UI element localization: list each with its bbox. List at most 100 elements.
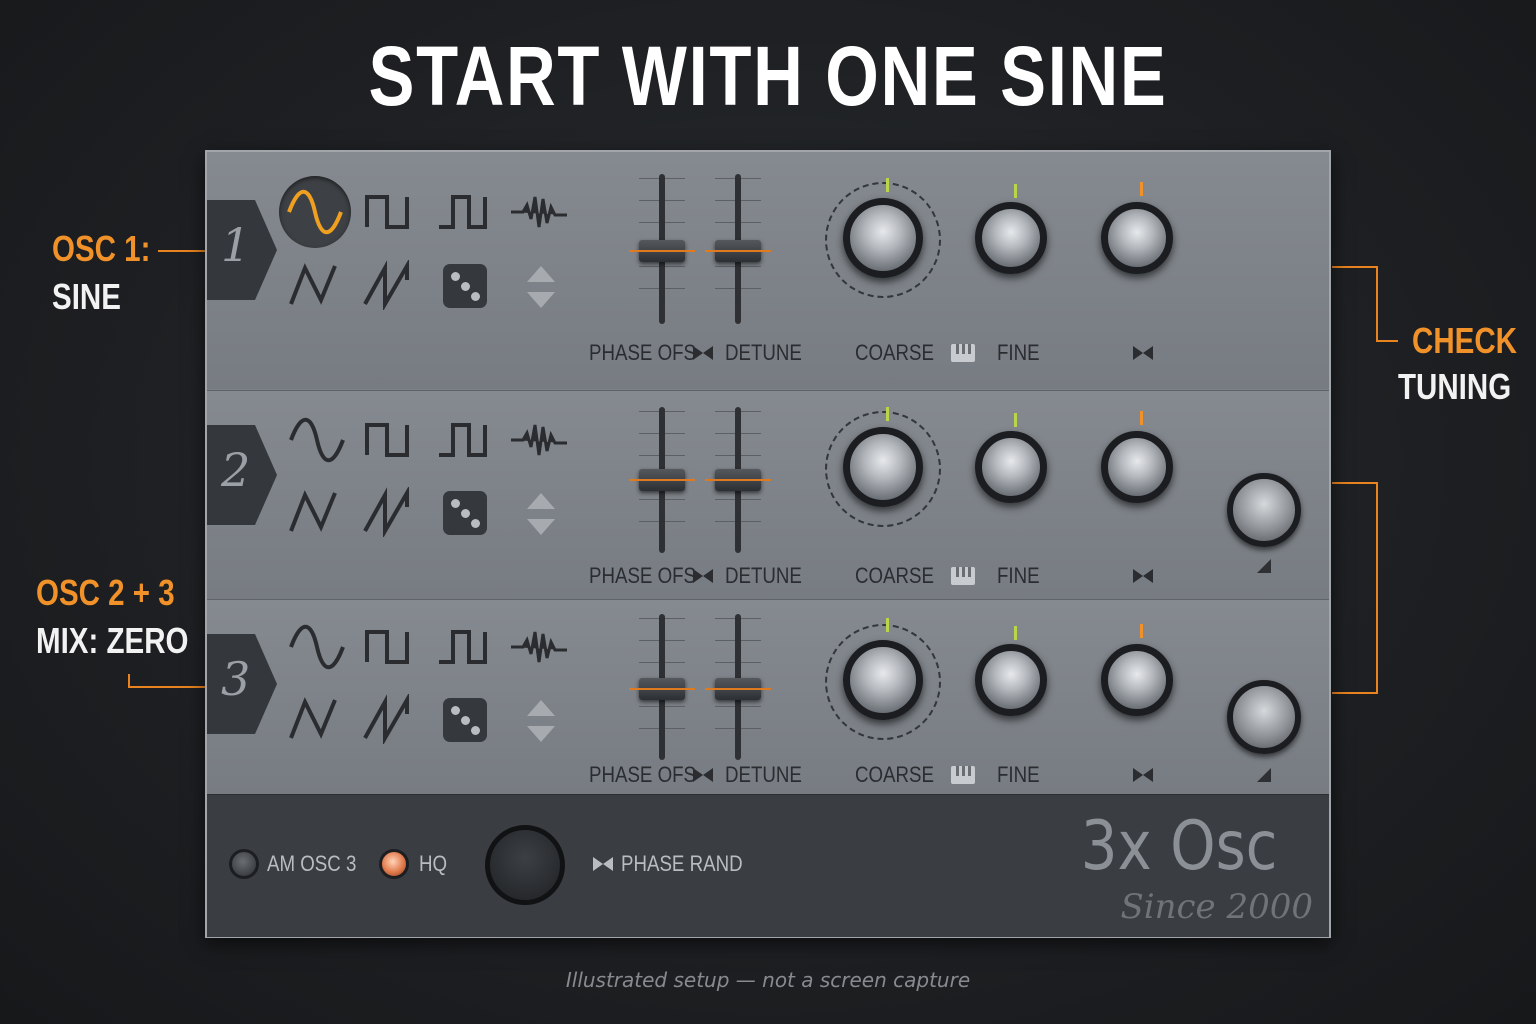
stereo-knob[interactable] <box>1101 202 1173 274</box>
coarse-knob[interactable] <box>843 198 923 278</box>
stereo-knob[interactable] <box>1101 644 1173 716</box>
pulse-icon[interactable] <box>435 187 495 237</box>
page-heading: START WITH ONE SINE <box>368 29 1168 123</box>
osc-tab-2[interactable]: 2 <box>207 425 277 525</box>
pulse-icon[interactable] <box>435 415 495 465</box>
am-osc3-toggle[interactable] <box>229 849 259 879</box>
mix-knob[interactable] <box>1227 680 1301 754</box>
fine-knob[interactable] <box>975 644 1047 716</box>
noise-icon[interactable] <box>509 415 569 465</box>
plugin-logo: 3x Osc <box>1080 807 1277 886</box>
hq-toggle[interactable] <box>379 849 409 879</box>
bracket-bottom-h2 <box>1332 692 1378 694</box>
fine-marker <box>1014 413 1017 427</box>
osc-tab-3[interactable]: 3 <box>207 634 277 734</box>
sine-icon[interactable] <box>287 415 347 465</box>
phase-ofs-slider[interactable] <box>629 240 695 262</box>
fine-marker <box>1014 626 1017 640</box>
stereo-link-icon <box>1133 569 1153 583</box>
plugin-tagline: Since 2000 <box>1120 887 1313 927</box>
dice-icon[interactable] <box>443 491 487 535</box>
arrows-icon[interactable] <box>523 696 559 746</box>
coarse-label: COARSE <box>855 762 934 787</box>
triangle-icon[interactable] <box>287 260 347 310</box>
stereo-link-icon <box>1133 346 1153 360</box>
oscillator-row-1: 1 PHASE OFS DETUNE COARSE FINE <box>207 152 1329 389</box>
osc-number: 1 <box>221 218 251 272</box>
piano-icon[interactable] <box>951 766 975 784</box>
square-icon[interactable] <box>361 415 421 465</box>
detune-slider[interactable] <box>705 469 771 491</box>
piano-icon[interactable] <box>951 344 975 362</box>
coarse-marker <box>886 407 889 421</box>
stereo-marker <box>1140 182 1143 196</box>
phase-ofs-slider[interactable] <box>629 678 695 700</box>
square-icon[interactable] <box>361 187 421 237</box>
saw-icon[interactable] <box>361 694 421 744</box>
arrows-icon[interactable] <box>523 489 559 539</box>
noise-icon[interactable] <box>509 622 569 672</box>
coarse-knob[interactable] <box>843 427 923 507</box>
osc-number: 3 <box>221 652 251 706</box>
global-controls-bar: AM OSC 3 HQ PHASE RAND 3x Osc Since 2000 <box>207 794 1329 937</box>
synth-panel: 1 PHASE OFS DETUNE COARSE FINE 2 PHASE O… <box>205 150 1331 938</box>
link-icon <box>693 768 713 782</box>
sine-icon[interactable] <box>287 622 347 672</box>
saw-icon[interactable] <box>361 260 421 310</box>
bracket-bottom-h1 <box>1332 482 1376 484</box>
mix-knob[interactable] <box>1227 473 1301 547</box>
detune-label: DETUNE <box>725 340 802 365</box>
fine-knob[interactable] <box>975 202 1047 274</box>
triangle-icon[interactable] <box>287 487 347 537</box>
callout-osc23-title: OSC 2 + 3 <box>36 572 175 613</box>
osc-tab-1[interactable]: 1 <box>207 200 277 300</box>
coarse-label: COARSE <box>855 340 934 365</box>
fine-knob[interactable] <box>975 431 1047 503</box>
phase-ofs-label: PHASE OFS <box>589 340 697 365</box>
stereo-knob[interactable] <box>1101 431 1173 503</box>
fine-label: FINE <box>997 762 1040 787</box>
bracket-top-h1 <box>1332 266 1376 268</box>
bracket-top-h2 <box>1376 340 1398 342</box>
detune-slider[interactable] <box>705 678 771 700</box>
phase-rand-label: PHASE RAND <box>621 851 743 876</box>
fine-label: FINE <box>997 563 1040 588</box>
triangle-icon[interactable] <box>287 694 347 744</box>
coarse-marker <box>886 618 889 632</box>
stereo-link-icon <box>1133 768 1153 782</box>
coarse-label: COARSE <box>855 563 934 588</box>
phase-ofs-label: PHASE OFS <box>589 762 697 787</box>
am-osc3-label: AM OSC 3 <box>267 851 357 876</box>
arrows-icon[interactable] <box>523 262 559 312</box>
osc-number: 2 <box>221 443 251 497</box>
volume-icon <box>1257 559 1271 573</box>
coarse-knob[interactable] <box>843 640 923 720</box>
dice-icon[interactable] <box>443 698 487 742</box>
square-icon[interactable] <box>361 622 421 672</box>
link-icon <box>693 346 713 360</box>
pulse-icon[interactable] <box>435 622 495 672</box>
phase-rand-knob[interactable] <box>485 825 565 905</box>
callout-osc23-value: MIX: ZERO <box>36 620 189 661</box>
detune-label: DETUNE <box>725 563 802 588</box>
phase-ofs-slider[interactable] <box>629 469 695 491</box>
callout-check-value: TUNING <box>1398 366 1512 407</box>
sine-icon[interactable] <box>279 176 351 248</box>
callout-check-title: CHECK <box>1412 320 1517 361</box>
piano-icon[interactable] <box>951 567 975 585</box>
oscillator-row-3: 3 PHASE OFS DETUNE COARSE FINE <box>207 599 1329 795</box>
phase-rand-icon <box>593 857 613 871</box>
callout-osc1-title: OSC 1: <box>52 228 151 269</box>
phase-ofs-label: PHASE OFS <box>589 563 697 588</box>
detune-label: DETUNE <box>725 762 802 787</box>
callout-osc1-value: SINE <box>52 276 121 317</box>
detune-slider[interactable] <box>705 240 771 262</box>
saw-icon[interactable] <box>361 487 421 537</box>
image-caption: Illustrated setup — not a screen capture <box>565 968 971 992</box>
link-icon <box>693 569 713 583</box>
stereo-marker <box>1140 411 1143 425</box>
oscillator-row-2: 2 PHASE OFS DETUNE COARSE FINE <box>207 390 1329 599</box>
noise-icon[interactable] <box>509 187 569 237</box>
dice-icon[interactable] <box>443 264 487 308</box>
fine-marker <box>1014 184 1017 198</box>
